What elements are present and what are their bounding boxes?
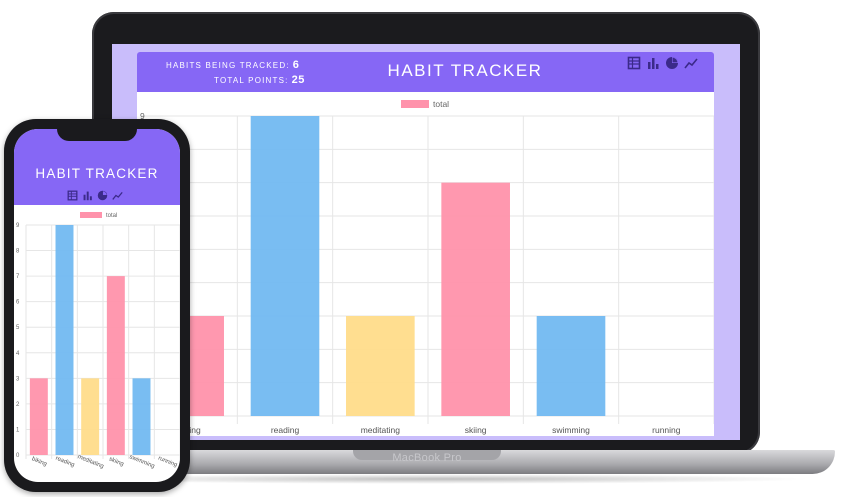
bar-biking	[29, 378, 48, 455]
laptop-bar-chart: 9totalbikingreadingmeditatingskiingswimm…	[140, 99, 715, 435]
line-chart-icon[interactable]	[684, 56, 698, 72]
y-tick-label: 4	[16, 351, 20, 357]
phone-app-title: HABIT TRACKER	[35, 166, 159, 181]
laptop-brand-label: MacBook Pro	[392, 452, 462, 464]
y-tick-label: 7	[16, 274, 20, 280]
legend-label: total	[106, 213, 117, 219]
bar-swimming	[536, 316, 606, 416]
x-tick-label: skiing	[465, 425, 487, 435]
bar-meditating	[81, 378, 100, 455]
bar-chart-icon[interactable]	[82, 188, 93, 201]
x-tick-label: reading	[271, 425, 300, 435]
laptop-chart-panel: 9totalbikingreadingmeditatingskiingswimm…	[137, 92, 715, 436]
laptop-stat-points: TOTAL POINTS: 25	[214, 74, 305, 86]
x-tick-label: meditating	[77, 454, 105, 470]
x-tick-label: reading	[54, 456, 75, 469]
x-tick-label: biking	[31, 456, 48, 467]
pie-chart-icon[interactable]	[665, 56, 679, 72]
y-tick-label: 2	[16, 402, 20, 408]
y-tick-label: 0	[16, 453, 20, 459]
phone-notch	[57, 127, 137, 141]
bar-skiing	[441, 182, 510, 416]
x-tick-label: swimming	[128, 454, 155, 470]
line-chart-icon[interactable]	[112, 188, 123, 200]
bar-reading	[55, 225, 74, 455]
table-icon[interactable]	[627, 56, 641, 72]
x-tick-label: running	[652, 425, 681, 435]
y-tick-label: 9	[16, 223, 20, 229]
x-tick-label: swimming	[552, 425, 590, 435]
y-tick-label: 6	[16, 300, 20, 306]
x-tick-label: meditating	[361, 425, 400, 435]
stat-label: HABITS BEING TRACKED:	[166, 61, 290, 70]
bar-reading	[250, 116, 320, 416]
pie-chart-icon[interactable]	[97, 188, 108, 201]
laptop-app-title: HABIT TRACKER	[387, 61, 543, 80]
phone-view-switcher	[67, 188, 123, 201]
y-tick-label: 5	[16, 325, 20, 331]
y-tick-label: 3	[16, 376, 20, 382]
bar-swimming	[132, 378, 151, 455]
stat-label: TOTAL POINTS:	[214, 76, 289, 85]
legend-swatch	[80, 212, 102, 218]
bar-chart-icon[interactable]	[646, 56, 660, 72]
stat-value: 6	[292, 59, 300, 71]
legend-swatch	[401, 100, 429, 108]
y-tick-label: 8	[16, 249, 20, 255]
table-icon[interactable]	[67, 188, 78, 201]
bar-skiing	[106, 276, 125, 455]
stat-value: 25	[291, 74, 305, 86]
laptop-stat-habits: HABITS BEING TRACKED: 6	[166, 59, 299, 71]
legend-label: total	[433, 99, 449, 109]
y-tick-label: 1	[16, 427, 20, 433]
x-tick-label: running	[157, 456, 178, 469]
laptop-view-switcher	[627, 56, 698, 72]
bar-meditating	[346, 316, 415, 416]
x-tick-label: skiing	[108, 456, 124, 467]
